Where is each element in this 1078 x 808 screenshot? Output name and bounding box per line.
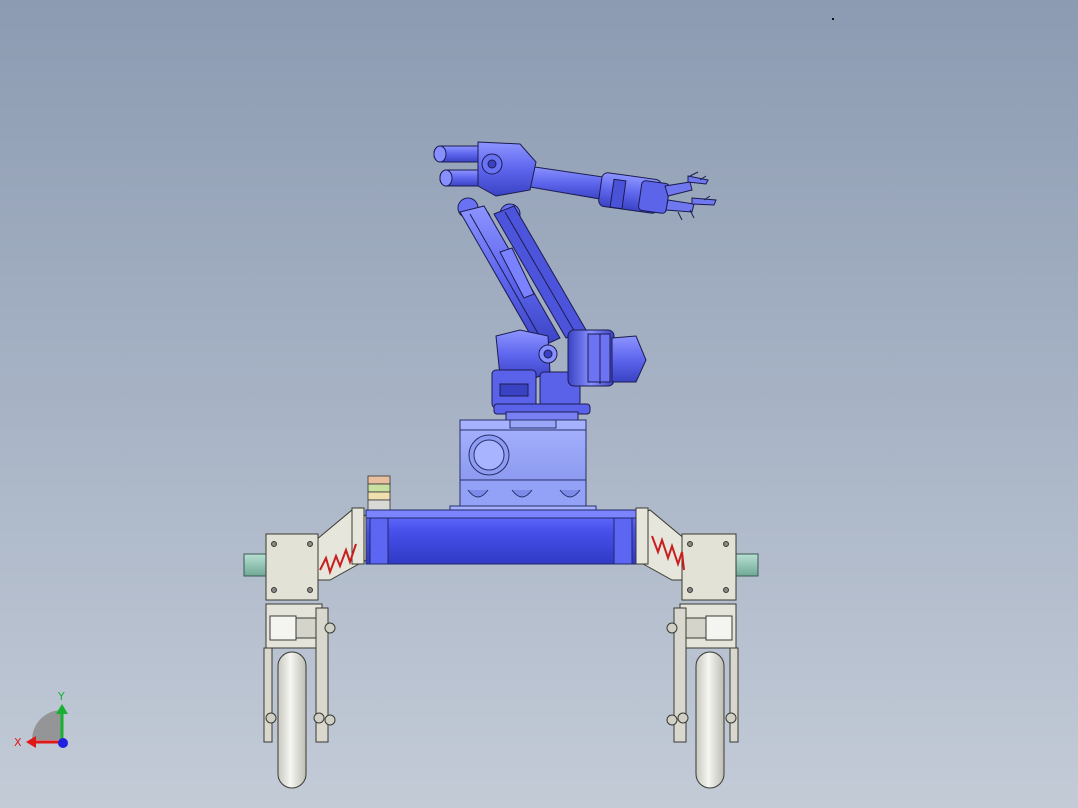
shoulder-motor[interactable] [567,329,647,387]
triad-plane-icon [32,710,62,740]
left-rail [243,553,269,577]
robot-arm[interactable] [433,141,717,421]
upper-arm[interactable] [459,205,587,349]
triad-y-label: Y [57,690,65,703]
viewport-speck [832,18,834,20]
z-axis-dot [58,738,68,748]
left-suspension[interactable] [265,507,367,601]
signal-tower [367,475,391,511]
cad-viewport[interactable]: Y X [0,0,1078,808]
turntable[interactable] [493,403,591,421]
chassis[interactable] [365,509,637,565]
forearm[interactable] [523,165,670,214]
triad-x-label: X [14,736,22,749]
right-rail [733,553,759,577]
gripper[interactable] [664,171,717,221]
pedestal[interactable] [449,419,597,513]
right-suspension[interactable] [635,507,737,601]
right-wheel[interactable] [695,651,725,789]
left-wheel[interactable] [277,651,307,789]
shoulder[interactable] [491,329,581,409]
orientation-triad[interactable]: Y X [14,690,68,749]
